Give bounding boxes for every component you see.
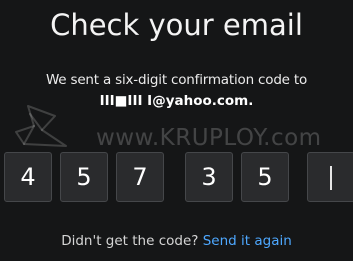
email-address: III■III I@yahoo.com.: [99, 93, 254, 109]
watermark-text: www.KRUPLOY.com: [96, 125, 322, 151]
confirmation-message: We sent a six-digit confirmation code to: [45, 72, 308, 88]
code-digit-6[interactable]: [307, 152, 353, 202]
code-digit-3[interactable]: 7: [116, 152, 164, 202]
text-cursor: [330, 166, 332, 190]
resend-prompt: Didn't get the code?: [61, 233, 199, 249]
send-again-link[interactable]: Send it again: [203, 233, 292, 249]
code-digit-1[interactable]: 4: [4, 152, 52, 202]
code-digit-5[interactable]: 5: [241, 152, 289, 202]
code-digit-2[interactable]: 5: [60, 152, 108, 202]
confirmation-screen: Check your email We sent a six-digit con…: [0, 0, 353, 261]
page-title: Check your email: [50, 8, 303, 42]
code-digit-4[interactable]: 3: [185, 152, 233, 202]
resend-row: Didn't get the code? Send it again: [0, 231, 353, 251]
code-input-row: 4 5 7 3 5: [0, 152, 353, 202]
